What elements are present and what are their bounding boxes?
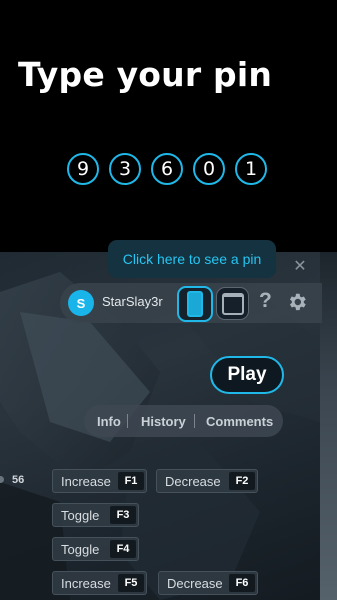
help-icon[interactable]: ?	[259, 289, 272, 313]
tab-info[interactable]: Info	[97, 414, 121, 429]
play-button[interactable]: Play	[210, 356, 284, 394]
key-code: F3	[110, 506, 136, 524]
pin-tooltip: Click here to see a pin	[108, 240, 276, 278]
control-decrease-f6[interactable]: Decrease F6	[158, 571, 258, 595]
key-code: F4	[110, 540, 136, 558]
hud-value: 56	[12, 474, 25, 486]
phone-icon	[187, 291, 203, 317]
control-label: Decrease	[167, 575, 223, 591]
tab-comments[interactable]: Comments	[206, 414, 273, 429]
pin-screen: Type your pin 9 3 6 0 1 ✕ Click here to …	[0, 0, 337, 600]
control-label: Toggle	[61, 541, 100, 557]
control-toggle-f3[interactable]: Toggle F3	[52, 503, 139, 527]
pin-display: 9 3 6 0 1	[67, 153, 267, 185]
user-toolbar: S StarSlay3r ?	[60, 283, 322, 323]
close-icon[interactable]: ✕	[293, 259, 307, 275]
control-decrease-f2[interactable]: Decrease F2	[156, 469, 258, 493]
key-code: F6	[229, 574, 255, 592]
pin-digit: 6	[151, 153, 183, 185]
pin-digit: 0	[193, 153, 225, 185]
side-scenery	[320, 252, 337, 600]
tab-divider	[194, 414, 195, 428]
gear-icon[interactable]	[286, 291, 308, 313]
key-code: F5	[118, 574, 144, 592]
tab-history[interactable]: History	[141, 414, 186, 429]
control-label: Decrease	[165, 473, 221, 489]
control-label: Increase	[61, 575, 111, 591]
phone-pin-button[interactable]	[177, 286, 213, 322]
avatar[interactable]: S	[68, 290, 94, 316]
control-label: Increase	[61, 473, 111, 489]
pin-digit: 3	[109, 153, 141, 185]
pin-digit: 1	[235, 153, 267, 185]
key-code: F2	[229, 472, 255, 490]
control-label: Toggle	[61, 507, 100, 523]
info-tabs: Info History Comments	[84, 405, 283, 437]
pin-digit: 9	[67, 153, 99, 185]
window-mode-button[interactable]	[216, 287, 249, 320]
page-title: Type your pin	[18, 55, 273, 94]
control-toggle-f4[interactable]: Toggle F4	[52, 537, 139, 561]
username: StarSlay3r	[102, 294, 163, 309]
control-increase-f5[interactable]: Increase F5	[52, 571, 147, 595]
window-icon	[221, 292, 244, 315]
key-code: F1	[118, 472, 144, 490]
tab-divider	[127, 414, 128, 428]
control-increase-f1[interactable]: Increase F1	[52, 469, 147, 493]
